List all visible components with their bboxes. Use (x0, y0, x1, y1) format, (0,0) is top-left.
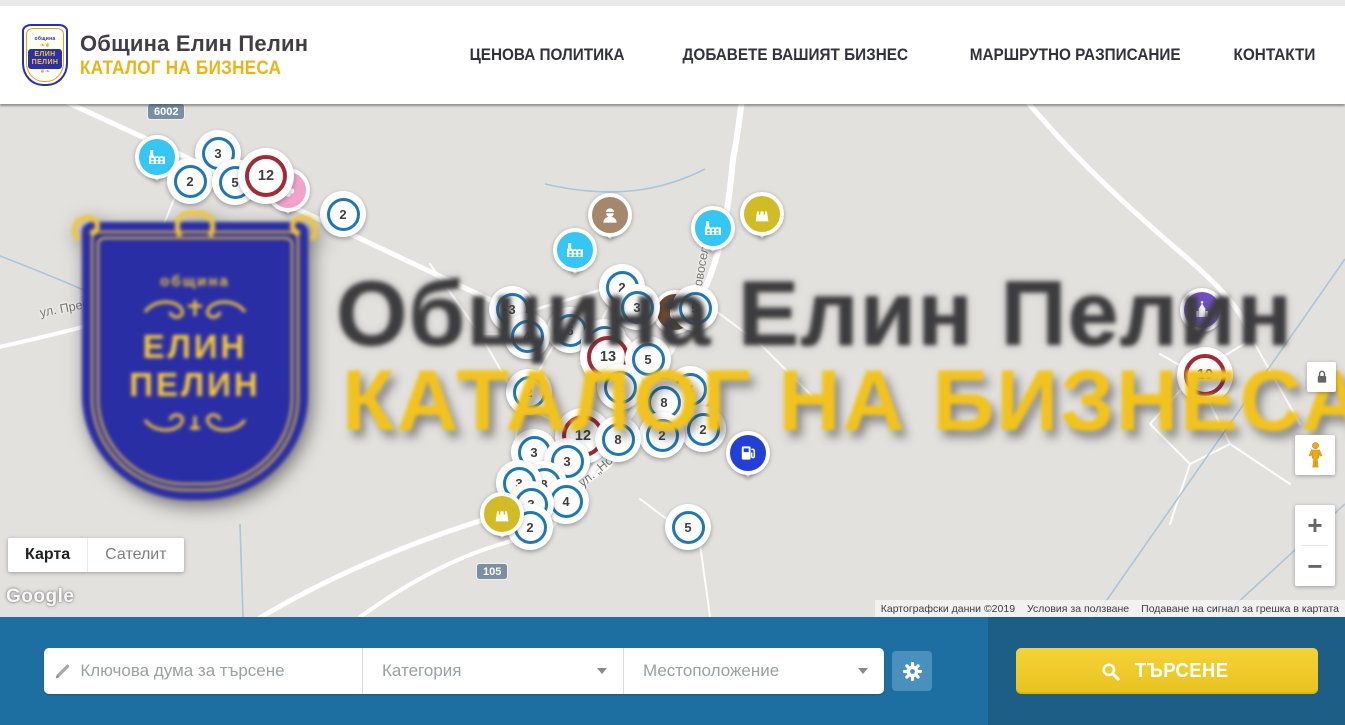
search-button-label: ТЪРСЕНЕ (1135, 660, 1228, 683)
road-number-badge: 6002 (148, 104, 184, 119)
factory-icon (553, 228, 597, 272)
cluster-count: 2 (646, 419, 679, 452)
site-title: Община Елин Пелин (80, 31, 308, 57)
chevron-down-icon (597, 668, 607, 674)
map-type-satellite-button[interactable]: Сателит (87, 538, 183, 572)
map-marker-church[interactable] (1180, 288, 1224, 332)
category-select-value: Категория (382, 661, 461, 681)
emblem-org-label: община (34, 36, 55, 42)
map-marker-factory[interactable] (691, 206, 735, 250)
map-marker-bag[interactable] (480, 492, 524, 536)
map-type-map-button[interactable]: Карта (8, 538, 87, 572)
attribution-link[interactable]: Условия за ползване (1021, 603, 1135, 615)
keyword-field-wrap (44, 648, 362, 694)
site-logo[interactable]: община ❧❦ ЕЛИН ПЕЛИН ❦❧ Община Елин Пели… (22, 24, 308, 86)
municipality-emblem-icon: община ❧❦ ЕЛИН ПЕЛИН ❦❧ (22, 24, 68, 86)
nav-item[interactable]: ДОБАВЕТЕ ВАШИЯТ БИЗНЕС (683, 45, 909, 65)
search-group: Категория Местоположение (44, 648, 884, 694)
map-marker-cluster[interactable]: 2 (680, 406, 726, 452)
search-icon (1101, 662, 1120, 681)
map-marker-bag[interactable] (740, 192, 784, 236)
site-subtitle: КАТАЛОГ НА БИЗНЕСА (80, 58, 281, 80)
map-marker-cluster[interactable]: 2 (506, 369, 552, 415)
main-nav: ЦЕНОВА ПОЛИТИКА ДОБАВЕТЕ ВАШИЯТ БИЗНЕС МАР… (461, 45, 1320, 65)
location-select[interactable]: Местоположение (623, 648, 884, 694)
cluster-count: 10 (1184, 354, 1226, 396)
category-select[interactable]: Категория (362, 648, 623, 694)
google-logo[interactable]: Google (6, 586, 74, 608)
map-marker-cluster[interactable]: 10 (1177, 347, 1233, 403)
cluster-count: 2 (687, 413, 720, 446)
map-marker-cluster[interactable]: 5 (672, 285, 718, 331)
map-marker-cluster[interactable]: 4 (504, 313, 550, 359)
search-bar: Категория Местоположение (0, 617, 1345, 725)
map-marker-cluster[interactable]: 8 (595, 416, 641, 462)
attribution-text: Картографски данни ©2019 (875, 603, 1021, 615)
map-marker-cluster[interactable]: 2 (597, 364, 643, 410)
cluster-count: 4 (511, 320, 544, 353)
pegman-icon (1307, 441, 1324, 469)
lock-icon (1315, 369, 1329, 385)
cluster-count: 5 (672, 511, 705, 544)
map-marker-cluster[interactable]: 3 (614, 284, 660, 330)
keyword-search-input[interactable] (80, 661, 350, 681)
factory-icon (691, 206, 735, 250)
emblem-ornament: ❧❦ (40, 43, 50, 49)
attribution-link[interactable]: Подаване на сигнал за грешка в картата (1135, 603, 1345, 615)
bag-icon (740, 192, 784, 236)
emblem-ornament: ❦❧ (40, 69, 50, 75)
cluster-count: 2 (513, 376, 546, 409)
nav-item[interactable]: КОНТАКТИ (1234, 45, 1316, 65)
map-marker-cluster[interactable]: 2 (639, 412, 685, 458)
nav-item[interactable]: МАРШРУТНО РАЗПИСАНИЕ (969, 45, 1180, 65)
road-number-badge: 105 (477, 564, 507, 579)
cluster-count: 12 (245, 155, 287, 197)
map-canvas[interactable]: ул. Преславбул. „Новоселци“ул. „Новоселц… (0, 104, 1345, 617)
map-marker-cluster[interactable]: 12 (238, 148, 294, 204)
cluster-count: 4 (550, 485, 583, 518)
church-icon (1180, 288, 1224, 332)
map-marker-cluster[interactable]: 5 (665, 504, 711, 550)
fuel-icon (726, 431, 770, 475)
cluster-count: 5 (679, 292, 712, 325)
zoom-control: + − (1295, 505, 1335, 586)
map-marker-cluster[interactable]: 2 (320, 191, 366, 237)
cluster-count: 8 (602, 423, 635, 456)
chevron-down-icon (858, 668, 868, 674)
map-marker-fuel[interactable] (726, 431, 770, 475)
nav-item[interactable]: ЦЕНОВА ПОЛИТИКА (470, 45, 625, 65)
emblem-name: ЕЛИН ПЕЛИН (28, 49, 63, 69)
bag-icon (480, 492, 524, 536)
advanced-search-gear-button[interactable] (892, 651, 932, 691)
header: община ❧❦ ЕЛИН ПЕЛИН ❦❧ Община Елин Пели… (0, 0, 1345, 104)
search-button[interactable]: ТЪРСЕНЕ (1016, 648, 1318, 694)
street-view-pegman-button[interactable] (1295, 435, 1335, 475)
zoom-in-button[interactable]: + (1295, 505, 1335, 545)
location-select-value: Местоположение (643, 661, 779, 681)
map-type-control: Карта Сателит (8, 538, 184, 572)
cluster-count: 2 (174, 165, 207, 198)
map-marker-cluster[interactable]: 2 (167, 158, 213, 204)
map-marker-factory[interactable] (553, 228, 597, 272)
cluster-count: 3 (621, 291, 654, 324)
lock-control-button[interactable] (1307, 362, 1336, 392)
zoom-out-button[interactable]: − (1295, 546, 1335, 586)
cluster-count: 2 (604, 371, 637, 404)
map-attribution: Картографски данни ©2019Условия за ползв… (875, 600, 1345, 617)
gear-icon (902, 661, 923, 682)
cluster-count: 2 (327, 198, 360, 231)
pencil-icon (54, 662, 71, 681)
